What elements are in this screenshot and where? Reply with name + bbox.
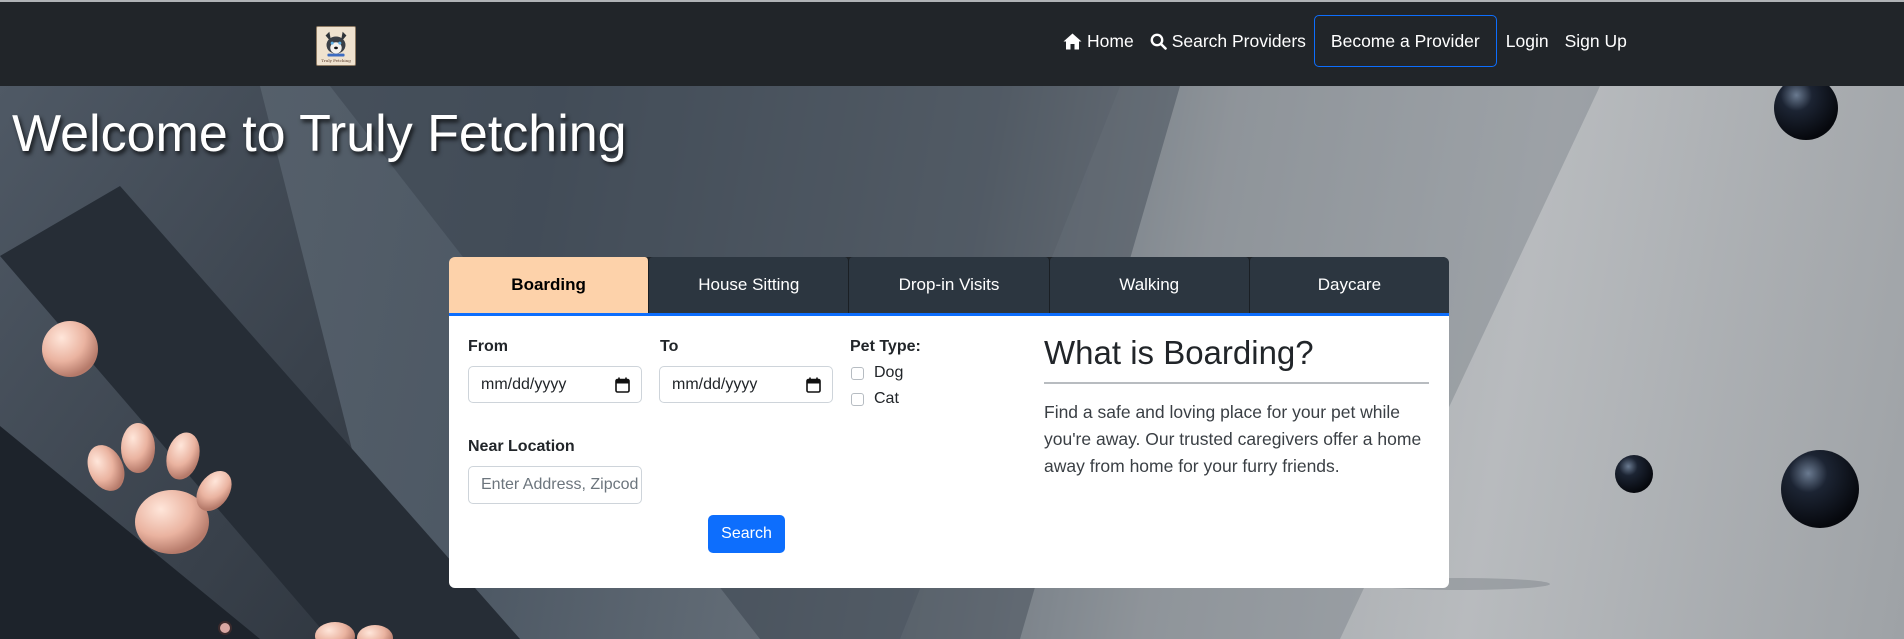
dog-logo-icon: Truly Fetching [317, 27, 355, 65]
navbar: Truly Fetching Home Search Providers Bec… [0, 2, 1904, 86]
near-location-label: Near Location [468, 438, 575, 455]
to-label: To [660, 338, 679, 355]
tab-boarding[interactable]: Boarding [449, 257, 650, 313]
pet-type-label: Pet Type: [850, 338, 921, 355]
tab-drop-in-visits[interactable]: Drop-in Visits [849, 257, 1050, 313]
site-logo[interactable]: Truly Fetching [316, 26, 356, 66]
search-card: Boarding House Sitting Drop-in Visits Wa… [449, 257, 1449, 588]
tab-daycare[interactable]: Daycare [1249, 257, 1449, 313]
tab-walking[interactable]: Walking [1049, 257, 1250, 313]
calendar-icon[interactable] [806, 377, 821, 393]
to-date-input[interactable]: mm/dd/yyyy [659, 366, 833, 403]
logo-wordmark: Truly Fetching [321, 58, 351, 63]
info-divider [1044, 382, 1429, 384]
hero-title: Welcome to Truly Fetching [12, 105, 627, 163]
pet-option-dog[interactable]: Dog [851, 364, 903, 382]
dog-checkbox[interactable] [851, 366, 864, 380]
cat-label: Cat [874, 390, 899, 407]
from-date-input[interactable]: mm/dd/yyyy [468, 366, 642, 403]
service-tabs: Boarding House Sitting Drop-in Visits Wa… [449, 257, 1449, 316]
nav-home-label: Home [1087, 30, 1134, 51]
from-label: From [468, 338, 508, 355]
info-description: Find a safe and loving place for your pe… [1044, 402, 1422, 476]
nav-search-providers-label: Search Providers [1171, 30, 1306, 51]
nav-links: Home Search Providers Become a Provider … [1063, 13, 1643, 69]
search-form: From mm/dd/yyyy To mm/dd/yyyy Pet Type: … [449, 316, 1449, 588]
location-input[interactable] [468, 466, 642, 504]
nav-signup-link[interactable]: Sign Up [1565, 31, 1627, 52]
info-title: What is Boarding? [1044, 334, 1314, 371]
to-date-value: mm/dd/yyyy [672, 375, 758, 393]
tab-house-sitting[interactable]: House Sitting [649, 257, 850, 313]
nav-search-providers-link[interactable]: Search Providers [1150, 31, 1306, 52]
hero-section: Welcome to Truly Fetching Boarding House… [0, 86, 1904, 639]
calendar-icon[interactable] [615, 377, 630, 393]
pet-option-cat[interactable]: Cat [851, 390, 899, 408]
search-icon [1150, 33, 1167, 50]
nav-login-link[interactable]: Login [1506, 31, 1549, 52]
from-date-value: mm/dd/yyyy [481, 375, 567, 393]
cat-checkbox[interactable] [851, 392, 864, 406]
home-icon [1063, 33, 1082, 49]
dog-label: Dog [874, 364, 904, 381]
search-button[interactable]: Search [708, 515, 785, 553]
become-provider-button[interactable]: Become a Provider [1313, 15, 1497, 67]
nav-home-link[interactable]: Home [1063, 31, 1134, 52]
